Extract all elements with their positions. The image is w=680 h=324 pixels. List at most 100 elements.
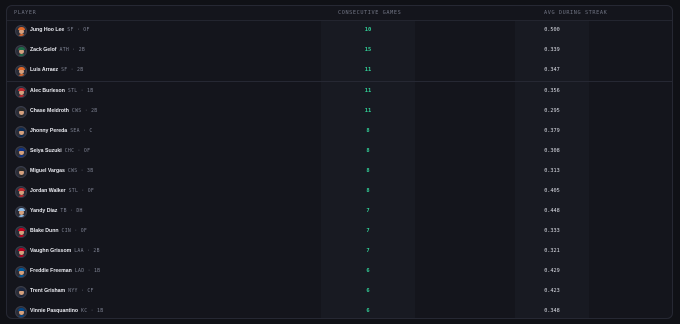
cap-shape xyxy=(18,248,25,251)
table-row[interactable]: Seiya Suzuki CHC · OF 8 0.308 xyxy=(7,142,672,162)
consecutive-games-value: 11 xyxy=(364,88,372,94)
player-team: STL xyxy=(68,189,79,194)
player-team-position: LAA · 2B xyxy=(74,249,100,254)
table-row[interactable]: Miguel Vargas CWS · 3B 8 0.313 xyxy=(7,162,672,182)
table-row[interactable]: Luis Arraez SF · 2B 11 0.347 xyxy=(7,61,672,82)
cap-shape xyxy=(18,268,25,271)
consecutive-games-value: 10 xyxy=(364,27,372,33)
player-name-cell[interactable]: Jordan Walker STL · OF xyxy=(30,188,94,194)
player-team: LAA xyxy=(74,249,84,254)
table-row[interactable]: Alec Burleson STL · 1B 11 0.356 xyxy=(7,82,672,102)
player-name-cell[interactable]: Jhonny Pereda SEA · C xyxy=(30,128,93,134)
player-position: 2B xyxy=(77,68,84,73)
player-team-position: CWS · 3B xyxy=(67,169,94,174)
avg-during-streak-value: 0.313 xyxy=(544,168,560,174)
player-name-cell[interactable]: Blake Dunn CIN · OF xyxy=(30,228,87,234)
player-position: 2B xyxy=(78,48,86,53)
table-row[interactable]: Zack Gelof ATH · 2B 15 0.339 xyxy=(7,41,672,61)
player-avatar xyxy=(15,25,27,37)
player-name-cell[interactable]: Seiya Suzuki CHC · OF xyxy=(30,148,90,154)
table-row[interactable]: Yandy Diaz TB · DH 7 0.448 xyxy=(7,202,672,222)
jersey-shape xyxy=(17,54,26,56)
player-team-position: LAD · 1B xyxy=(74,269,101,274)
player-name[interactable]: Vaughn Grissom xyxy=(30,248,71,254)
consecutive-games-value: 8 xyxy=(366,188,370,194)
cap-shape xyxy=(18,228,25,231)
consecutive-games-value: 7 xyxy=(366,248,370,254)
player-position: OF xyxy=(87,189,95,194)
table-row[interactable]: Vinnie Pasquantino KC · 1B 6 0.348 xyxy=(7,302,672,318)
cap-shape xyxy=(18,208,25,211)
player-position: 1B xyxy=(97,309,104,314)
column-header-avg-during-streak[interactable]: AVG DURING STREAK xyxy=(544,10,607,16)
table-row[interactable]: Jhonny Pereda SEA · C 8 0.379 xyxy=(7,122,672,142)
player-name-cell[interactable]: Alec Burleson STL · 1B xyxy=(30,88,93,94)
table-row[interactable]: Vaughn Grissom LAA · 2B 7 0.321 xyxy=(7,242,672,262)
avg-during-streak-value: 0.333 xyxy=(544,228,560,234)
avg-during-streak-value: 0.448 xyxy=(544,208,560,214)
column-header-player[interactable]: PLAYER xyxy=(14,10,36,16)
table-header: PLAYER CONSECUTIVE GAMES AVG DURING STRE… xyxy=(7,6,672,21)
player-avatar xyxy=(15,106,27,118)
player-name-cell[interactable]: Zack Gelof ATH · 2B xyxy=(30,47,85,53)
player-position: C xyxy=(89,129,93,134)
avg-during-streak-value: 0.339 xyxy=(544,47,560,53)
player-name[interactable]: Freddie Freeman xyxy=(30,268,72,274)
player-name-cell[interactable]: Jung Hoo Lee SF · OF xyxy=(30,27,90,33)
table-row[interactable]: Freddie Freeman LAD · 1B 6 0.429 xyxy=(7,262,672,282)
player-name-cell[interactable]: Freddie Freeman LAD · 1B xyxy=(30,268,100,274)
player-team: CHC xyxy=(64,149,75,154)
player-name[interactable]: Miguel Vargas xyxy=(30,168,65,174)
player-team-position: NYY · CF xyxy=(68,289,94,294)
player-name-cell[interactable]: Luis Arraez SF · 2B xyxy=(30,67,83,73)
consecutive-games-value: 15 xyxy=(364,47,372,53)
player-team-position: CWS · 2B xyxy=(71,109,98,114)
player-team-position: SF · OF xyxy=(67,28,90,33)
player-name[interactable]: Jhonny Pereda xyxy=(30,128,67,134)
table-row[interactable]: Chase Meidroth CWS · 2B 11 0.295 xyxy=(7,102,672,122)
player-name-cell[interactable]: Trent Grisham NYY · CF xyxy=(30,288,94,294)
player-team: SF xyxy=(67,28,74,33)
avg-during-streak-value: 0.348 xyxy=(544,308,560,314)
player-name[interactable]: Jordan Walker xyxy=(30,188,66,194)
jersey-shape xyxy=(17,215,26,217)
avg-during-streak-value: 0.379 xyxy=(544,128,560,134)
player-team-position: STL · OF xyxy=(68,189,95,194)
table-row[interactable]: Blake Dunn CIN · OF 7 0.333 xyxy=(7,222,672,242)
player-avatar xyxy=(15,126,27,138)
player-name[interactable]: Blake Dunn xyxy=(30,228,59,234)
player-name[interactable]: Seiya Suzuki xyxy=(30,148,62,154)
table-row[interactable]: Trent Grisham NYY · CF 6 0.423 xyxy=(7,282,672,302)
player-name[interactable]: Yandy Diaz xyxy=(30,208,57,214)
player-team: SF xyxy=(61,68,68,73)
player-avatar xyxy=(15,226,27,238)
player-team: SEA xyxy=(70,129,80,134)
jersey-shape xyxy=(17,195,26,197)
player-name-cell[interactable]: Miguel Vargas CWS · 3B xyxy=(30,168,93,174)
jersey-shape xyxy=(17,115,26,117)
consecutive-games-value: 11 xyxy=(364,67,372,73)
cap-shape xyxy=(18,67,25,70)
avg-during-streak-value: 0.321 xyxy=(544,248,560,254)
player-name-cell[interactable]: Chase Meidroth CWS · 2B xyxy=(30,108,97,114)
player-name[interactable]: Jung Hoo Lee xyxy=(30,27,64,33)
player-team-position: STL · 1B xyxy=(67,89,94,94)
player-team: CIN xyxy=(61,229,72,234)
table-row[interactable]: Jordan Walker STL · OF 8 0.405 xyxy=(7,182,672,202)
cap-shape xyxy=(18,128,25,131)
player-name[interactable]: Chase Meidroth xyxy=(30,108,69,114)
player-name[interactable]: Vinnie Pasquantino xyxy=(30,308,78,314)
player-name[interactable]: Trent Grisham xyxy=(30,288,65,294)
player-name-cell[interactable]: Vinnie Pasquantino KC · 1B xyxy=(30,308,103,314)
consecutive-games-value: 8 xyxy=(366,168,370,174)
player-name[interactable]: Zack Gelof xyxy=(30,47,57,53)
table-row[interactable]: Jung Hoo Lee SF · OF 10 0.500 xyxy=(7,21,672,41)
player-name[interactable]: Luis Arraez xyxy=(30,67,58,73)
player-position: 1B xyxy=(87,89,94,94)
cap-shape xyxy=(18,308,25,311)
player-name-cell[interactable]: Yandy Diaz TB · DH xyxy=(30,208,83,214)
player-name-cell[interactable]: Vaughn Grissom LAA · 2B xyxy=(30,248,100,254)
cap-shape xyxy=(18,168,25,171)
player-name[interactable]: Alec Burleson xyxy=(30,88,65,94)
column-header-consecutive-games[interactable]: CONSECUTIVE GAMES xyxy=(338,10,401,16)
